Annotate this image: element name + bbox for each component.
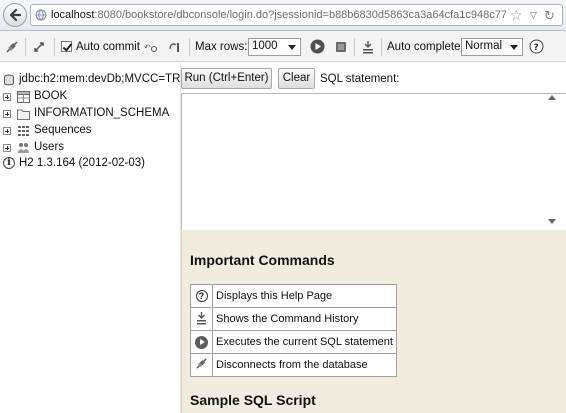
- url-text: localhost:8080/bookstore/dbconsole/login…: [51, 9, 506, 21]
- back-arrow-icon: [9, 8, 22, 22]
- folder-icon: [17, 109, 30, 120]
- object-tree: jdbc:h2:mem:devDb;MVCC=TRUE BOOK INFORMA…: [0, 63, 181, 413]
- toolbar-separator: [354, 38, 355, 56]
- table-icon: [17, 91, 30, 103]
- browser-address-bar: localhost:8080/bookstore/dbconsole/login…: [0, 0, 566, 31]
- auto-commit-checkbox[interactable]: [61, 41, 72, 52]
- commands-table: ? Displays this Help Page Shows the Comm…: [190, 284, 397, 377]
- help-icon[interactable]: ?: [529, 39, 544, 54]
- scroll-down-icon[interactable]: [548, 219, 556, 224]
- users-icon: [18, 143, 29, 153]
- table-row: Disconnects from the database: [190, 353, 397, 377]
- url-field[interactable]: localhost:8080/bookstore/dbconsole/login…: [30, 4, 563, 26]
- table-row: Executes the current SQL statement: [190, 330, 397, 354]
- command-description: Shows the Command History: [212, 307, 397, 331]
- history-icon: [197, 311, 206, 324]
- console-toolbar: Auto commit ↶ Max rows: 1000 Auto comple…: [0, 31, 566, 62]
- expand-icon[interactable]: [3, 93, 11, 101]
- auto-complete-value: Normal: [465, 40, 503, 52]
- tree-item-information-schema[interactable]: INFORMATION_SCHEMA: [0, 106, 180, 122]
- expand-icon[interactable]: [3, 110, 11, 118]
- connection-label: jdbc:h2:mem:devDb;MVCC=TRUE: [19, 73, 181, 85]
- refresh-icon[interactable]: [32, 40, 46, 54]
- tree-item-label: BOOK: [34, 90, 68, 102]
- toolbar-separator: [54, 38, 55, 56]
- bookmark-star-icon[interactable]: ☆: [510, 7, 523, 24]
- sql-input[interactable]: [181, 93, 566, 230]
- scroll-up-icon[interactable]: [548, 95, 556, 100]
- database-icon: [4, 74, 14, 86]
- toolbar-separator: [189, 38, 190, 56]
- sequences-icon: [18, 126, 29, 136]
- toolbar-separator: [381, 38, 382, 56]
- disconnect-icon: [196, 358, 207, 369]
- run-button[interactable]: Run (Ctrl+Enter): [181, 68, 272, 89]
- tree-item-label: Users: [34, 141, 65, 153]
- toolbar-separator: [25, 38, 26, 56]
- tree-version: i H2 1.3.164 (2012-02-03): [0, 156, 180, 172]
- command-description: Displays this Help Page: [212, 284, 397, 308]
- url-path: :8080/bookstore/dbconsole/login.do?jsess…: [94, 9, 506, 21]
- tree-item-users[interactable]: Users: [0, 140, 180, 156]
- tree-connection[interactable]: jdbc:h2:mem:devDb;MVCC=TRUE: [0, 72, 181, 88]
- reload-icon[interactable]: ↻: [544, 8, 555, 24]
- tree-item-sequences[interactable]: Sequences: [0, 123, 180, 139]
- chevron-down-icon[interactable]: ▽: [530, 10, 537, 21]
- table-row: ? Displays this Help Page: [190, 284, 397, 308]
- command-description: Executes the current SQL statement: [212, 330, 397, 354]
- info-icon: i: [3, 157, 15, 169]
- max-rows-label: Max rows:: [195, 41, 248, 53]
- auto-complete-label: Auto complete: [387, 41, 461, 53]
- page-icon: [35, 9, 47, 21]
- help-panel: Important Commands ? Displays this Help …: [181, 230, 566, 413]
- back-button[interactable]: [3, 3, 27, 27]
- max-rows-select[interactable]: 1000: [248, 38, 301, 56]
- table-row: Shows the Command History: [190, 307, 397, 331]
- tree-item-label: Sequences: [34, 124, 92, 136]
- expand-icon[interactable]: [3, 144, 11, 152]
- chevron-down-icon: [288, 45, 296, 50]
- history-icon[interactable]: [361, 40, 375, 54]
- sample-sql-title: Sample SQL Script: [190, 392, 316, 408]
- chevron-down-icon: [510, 45, 518, 50]
- sql-statement-label: SQL statement:: [320, 73, 400, 85]
- svg-text:?: ?: [534, 43, 539, 53]
- help-icon: ?: [195, 290, 208, 302]
- disconnect-icon[interactable]: [5, 40, 19, 54]
- help-title: Important Commands: [190, 252, 335, 268]
- commit-icon[interactable]: [168, 40, 182, 54]
- tree-item-label: INFORMATION_SCHEMA: [34, 107, 170, 119]
- auto-complete-select[interactable]: Normal: [461, 38, 523, 56]
- tree-item-book[interactable]: BOOK: [0, 89, 180, 105]
- url-host: localhost: [51, 9, 95, 21]
- svg-text:↶: ↶: [144, 43, 151, 52]
- rollback-icon[interactable]: ↶: [144, 40, 158, 54]
- stop-icon[interactable]: [334, 40, 348, 54]
- expand-icon[interactable]: [3, 127, 11, 135]
- query-bar: Run (Ctrl+Enter) Clear SQL statement:: [181, 63, 566, 93]
- max-rows-value: 1000: [252, 40, 278, 52]
- version-label: H2 1.3.164 (2012-02-03): [19, 157, 145, 169]
- run-icon[interactable]: [310, 39, 325, 54]
- run-icon: [195, 335, 208, 349]
- command-description: Disconnects from the database: [212, 353, 397, 377]
- auto-commit-label: Auto commit: [76, 41, 140, 53]
- clear-button[interactable]: Clear: [278, 68, 315, 89]
